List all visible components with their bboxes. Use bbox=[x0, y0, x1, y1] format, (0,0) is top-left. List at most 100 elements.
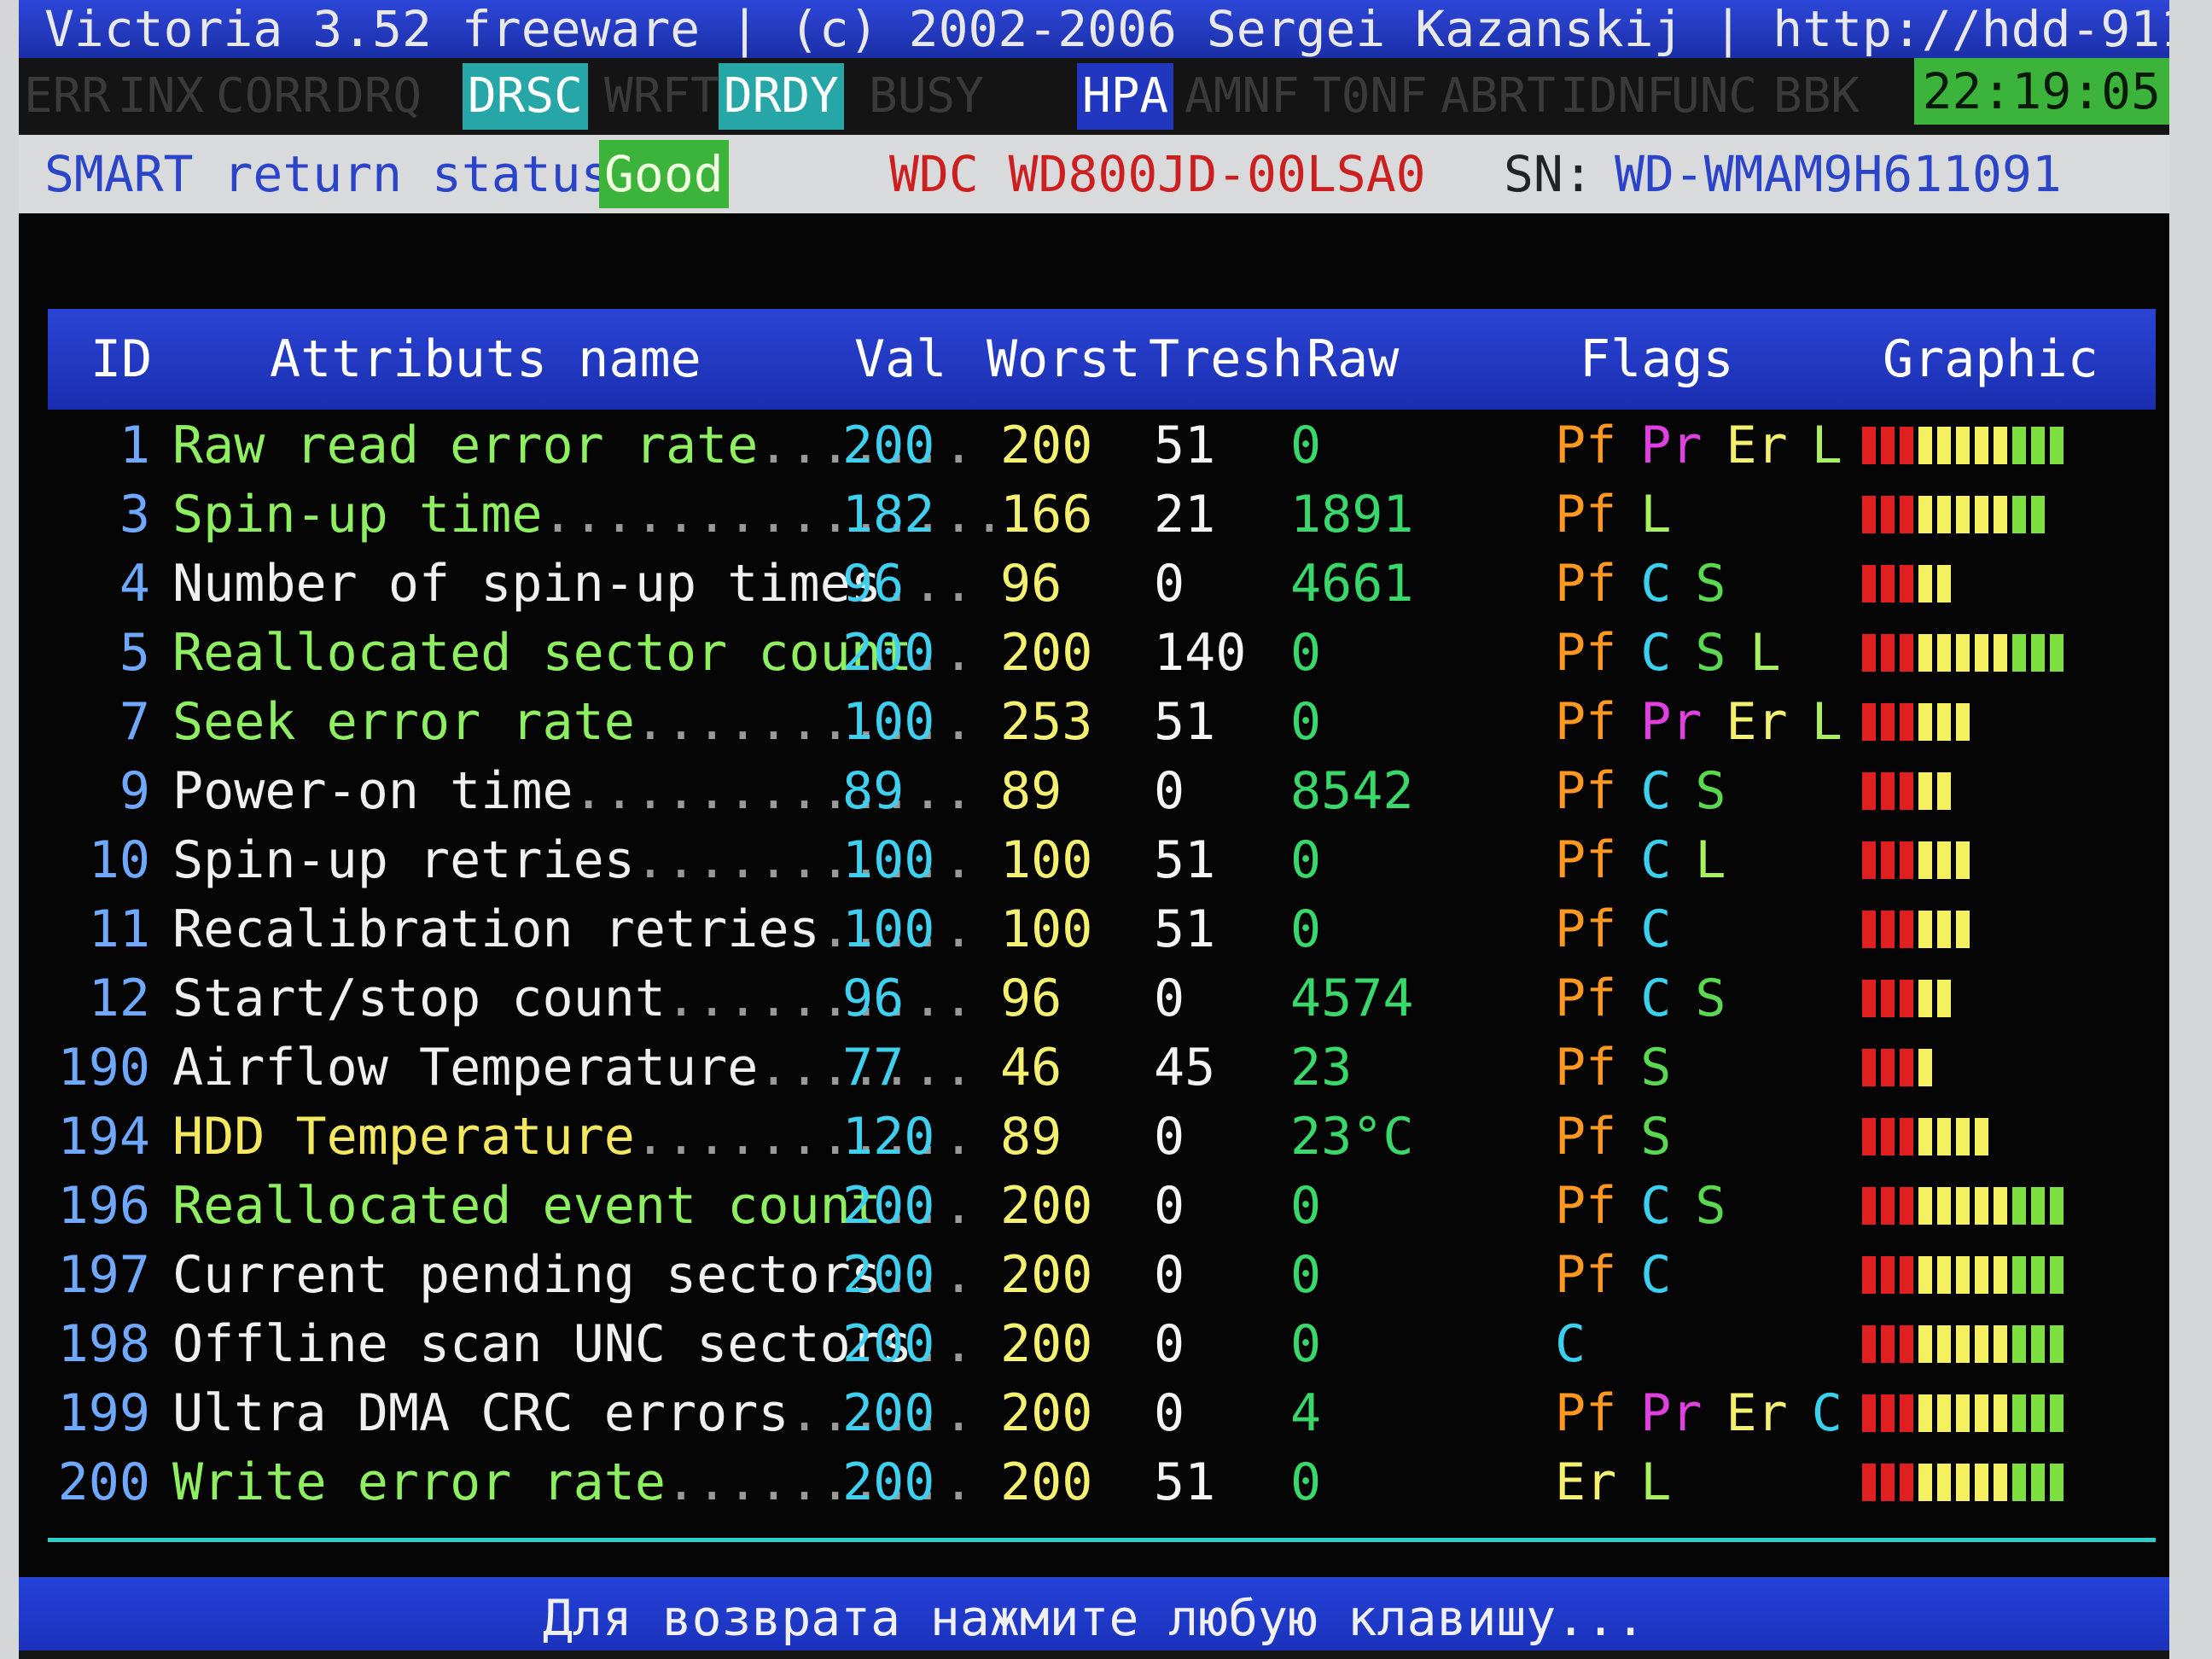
flag-pf: Pf bbox=[1555, 1245, 1617, 1305]
flag-s: S bbox=[1695, 1176, 1726, 1236]
attribute-name: Current pending sectors bbox=[172, 1245, 882, 1305]
smart-info-bar: SMART return status: Good WDC WD800JD-00… bbox=[19, 135, 2169, 213]
header-worst: Worst bbox=[987, 329, 1141, 389]
header-graphic: Graphic bbox=[1883, 329, 2098, 389]
attribute-value: 200 bbox=[842, 1452, 935, 1512]
attribute-id: 7 bbox=[119, 692, 150, 752]
health-segment bbox=[1937, 841, 1951, 879]
attribute-id: 10 bbox=[88, 830, 150, 890]
attribute-worst: 96 bbox=[1000, 969, 1062, 1028]
attribute-worst: 200 bbox=[1000, 1314, 1093, 1374]
health-segment bbox=[2050, 634, 2064, 672]
victoria-screen: Victoria 3.52 freeware | (c) 2002-2006 S… bbox=[19, 0, 2169, 1659]
flag-l: L bbox=[1640, 1452, 1672, 1512]
health-segment bbox=[1937, 427, 1951, 464]
attribute-name: Spin-up retries bbox=[172, 830, 635, 890]
health-segment bbox=[1900, 980, 1913, 1017]
status-flag-drsc: DRSC bbox=[463, 63, 588, 130]
flag-l: L bbox=[1640, 485, 1672, 544]
health-segment bbox=[1994, 1325, 2007, 1363]
table-row: 200 Write error rate.......... 200 200 51 0 Er… bbox=[19, 1448, 2169, 1516]
separator-line bbox=[48, 1538, 2156, 1542]
attribute-raw: 0 bbox=[1290, 623, 1322, 683]
attribute-id: 12 bbox=[88, 969, 150, 1028]
attribute-name: Seek error rate bbox=[172, 692, 635, 752]
attribute-threshold: 51 bbox=[1154, 830, 1216, 890]
table-row: 1 Raw read error rate....... 200 200 51 0 Pf Pr… bbox=[19, 411, 2169, 480]
attribute-id: 197 bbox=[57, 1245, 150, 1305]
attribute-id: 190 bbox=[57, 1038, 150, 1097]
health-segment bbox=[2031, 1464, 2045, 1501]
health-segment bbox=[2012, 1394, 2026, 1432]
attribute-value: 200 bbox=[842, 1314, 935, 1374]
health-segment bbox=[1900, 1464, 1913, 1501]
clock: 22:19:05 bbox=[1913, 58, 2169, 125]
health-segment bbox=[1956, 1118, 1970, 1155]
health-segment bbox=[1937, 1256, 1951, 1294]
health-segment bbox=[1862, 980, 1876, 1017]
flag-er: Er bbox=[1726, 416, 1788, 475]
attribute-name: Reallocated event count bbox=[172, 1176, 882, 1236]
health-segment bbox=[1918, 1187, 1932, 1225]
status-flag-amnf: AMNF bbox=[1185, 68, 1300, 124]
flag-l: L bbox=[1695, 830, 1726, 890]
flag-pf: Pf bbox=[1555, 830, 1617, 890]
status-flag-inx: INX bbox=[118, 68, 205, 124]
function-key-strip bbox=[19, 1650, 2169, 1659]
health-segment bbox=[1862, 1256, 1876, 1294]
attribute-id: 194 bbox=[57, 1107, 150, 1167]
health-segment bbox=[1937, 634, 1951, 672]
health-segment bbox=[1881, 634, 1895, 672]
health-segment bbox=[2012, 634, 2026, 672]
flag-pf: Pf bbox=[1555, 761, 1617, 821]
health-segment bbox=[1862, 1049, 1876, 1086]
health-segment bbox=[1900, 911, 1913, 948]
health-segment bbox=[1956, 427, 1970, 464]
header-raw: Raw bbox=[1307, 329, 1400, 389]
attribute-worst: 46 bbox=[1000, 1038, 1062, 1097]
health-segment bbox=[1862, 634, 1876, 672]
header-flags: Flags bbox=[1580, 329, 1734, 389]
health-graphic bbox=[1862, 1049, 1932, 1086]
flag-c: C bbox=[1555, 1314, 1586, 1374]
health-segment bbox=[2031, 496, 2045, 533]
attribute-value: 100 bbox=[842, 830, 935, 890]
health-segment bbox=[1862, 1394, 1876, 1432]
health-segment bbox=[1881, 427, 1895, 464]
health-segment bbox=[1975, 1256, 1988, 1294]
health-segment bbox=[1881, 841, 1895, 879]
health-segment bbox=[2012, 1464, 2026, 1501]
attribute-flags: Pf Pr Er L bbox=[1555, 411, 1866, 480]
health-segment bbox=[1918, 1256, 1932, 1294]
attribute-flags: Pf C S bbox=[1555, 1172, 1750, 1240]
health-segment bbox=[1881, 911, 1895, 948]
attribute-threshold: 0 bbox=[1154, 1176, 1185, 1236]
flag-c: C bbox=[1640, 899, 1672, 959]
health-segment bbox=[1900, 1118, 1913, 1155]
attribute-value: 182 bbox=[842, 485, 935, 544]
attribute-value: 120 bbox=[842, 1107, 935, 1167]
drive-model: WDC WD800JD-00LSA0 bbox=[889, 145, 1426, 203]
health-segment bbox=[1918, 427, 1932, 464]
health-segment bbox=[1994, 1187, 2007, 1225]
attribute-threshold: 51 bbox=[1154, 1452, 1216, 1512]
attribute-value: 96 bbox=[842, 554, 905, 614]
title-text: Victoria 3.52 freeware | (c) 2002-2006 S… bbox=[44, 0, 2169, 58]
attribute-threshold: 0 bbox=[1154, 761, 1185, 821]
serial-number-label: SN: bbox=[1504, 145, 1593, 203]
table-row: 190 Airflow Temperature....... 77 46 45 23 Pf S bbox=[19, 1033, 2169, 1102]
attribute-flags: Pf C bbox=[1555, 895, 1695, 963]
health-graphic bbox=[1862, 634, 2064, 672]
flag-pf: Pf bbox=[1555, 623, 1617, 683]
health-segment bbox=[1918, 496, 1932, 533]
health-segment bbox=[1918, 565, 1932, 602]
health-segment bbox=[2031, 1256, 2045, 1294]
attribute-id: 196 bbox=[57, 1176, 150, 1236]
health-segment bbox=[1862, 1118, 1876, 1155]
flag-er: Er bbox=[1726, 692, 1788, 752]
health-segment bbox=[2050, 1187, 2064, 1225]
health-segment bbox=[1918, 1394, 1932, 1432]
health-segment bbox=[1975, 1325, 1988, 1363]
flag-s: S bbox=[1695, 623, 1726, 683]
health-segment bbox=[1900, 1049, 1913, 1086]
